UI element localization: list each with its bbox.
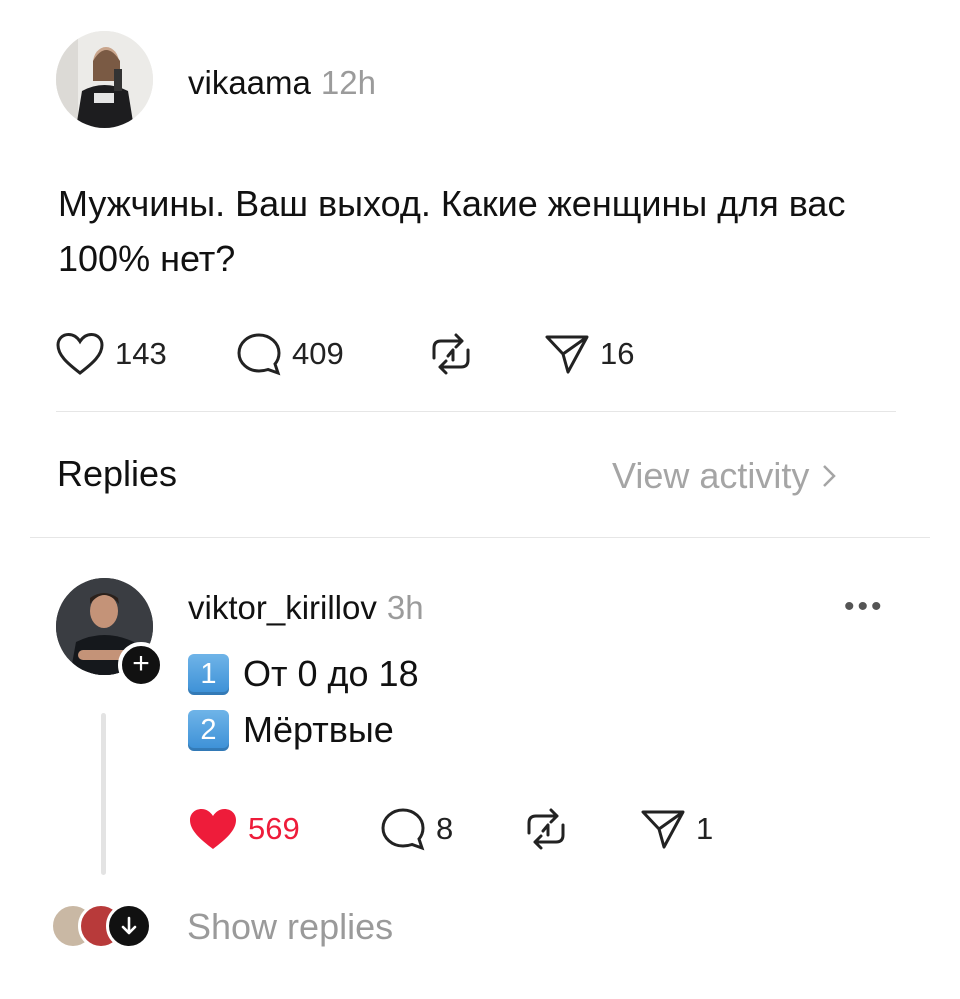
reply-repost-button[interactable] [521,807,571,851]
post-like-button[interactable]: 143 [55,332,167,376]
post-comment-button[interactable]: 409 [236,332,344,376]
post-text: Мужчины. Ваш выход. Какие женщины для ва… [58,183,846,279]
arrow-down-icon [106,903,152,949]
heart-filled-icon [190,809,236,849]
post-actions: 143 409 16 [0,0,960,999]
keycap-1-icon: 1 [188,653,229,695]
thread-line [101,713,106,875]
reply-avatars-stack[interactable] [50,903,160,951]
post-repost-button[interactable] [426,332,476,376]
send-icon [641,810,685,849]
post-like-count: 143 [115,336,167,371]
view-activity-label: View activity [612,455,810,496]
post-username-row: vikaama 12h [188,64,376,102]
reply-username[interactable]: viktor_kirillov [188,589,377,626]
repost-icon [432,333,470,375]
reply-line-1-text: От 0 до 18 [243,653,419,694]
post-username[interactable]: vikaama [188,64,311,101]
follow-plus-button[interactable]: + [118,642,164,688]
reply-text: 1 От 0 до 18 2 Мёртвые [188,646,419,758]
reply-like-button[interactable]: 569 [188,807,300,851]
heart-icon [56,332,104,375]
show-replies-link[interactable]: Show replies [187,906,393,948]
replies-heading: Replies [57,453,178,494]
reply-time: 3h [386,589,424,626]
post-time: 12h [320,64,376,101]
repost-icon [527,808,565,850]
keycap-2-icon: 2 [188,709,229,751]
reply-comment-count: 8 [436,811,454,846]
view-activity-link[interactable]: View activity [612,455,841,497]
send-icon [545,335,589,374]
reply-share-button[interactable]: 1 [640,807,713,851]
reply-line-2: 2 Мёртвые [188,702,419,758]
reply-username-row: viktor_kirillov 3h [188,589,424,627]
reply-comment-button[interactable]: 8 [380,807,453,851]
divider [56,411,896,412]
post-author-avatar[interactable] [56,31,153,128]
comment-icon [237,333,281,376]
reply-like-count: 569 [248,811,300,846]
post-share-count: 16 [600,336,635,371]
post-share-button[interactable]: 16 [544,332,634,376]
reply-line-2-text: Мёртвые [243,709,394,750]
chevron-right-icon [823,465,837,487]
reply-actions: 569 8 1 [0,0,960,999]
more-options-button[interactable]: ••• [844,590,885,624]
comment-icon [381,808,425,851]
divider [30,537,930,538]
post-comment-count: 409 [292,336,344,371]
reply-line-1: 1 От 0 до 18 [188,646,419,702]
reply-share-count: 1 [696,811,714,846]
